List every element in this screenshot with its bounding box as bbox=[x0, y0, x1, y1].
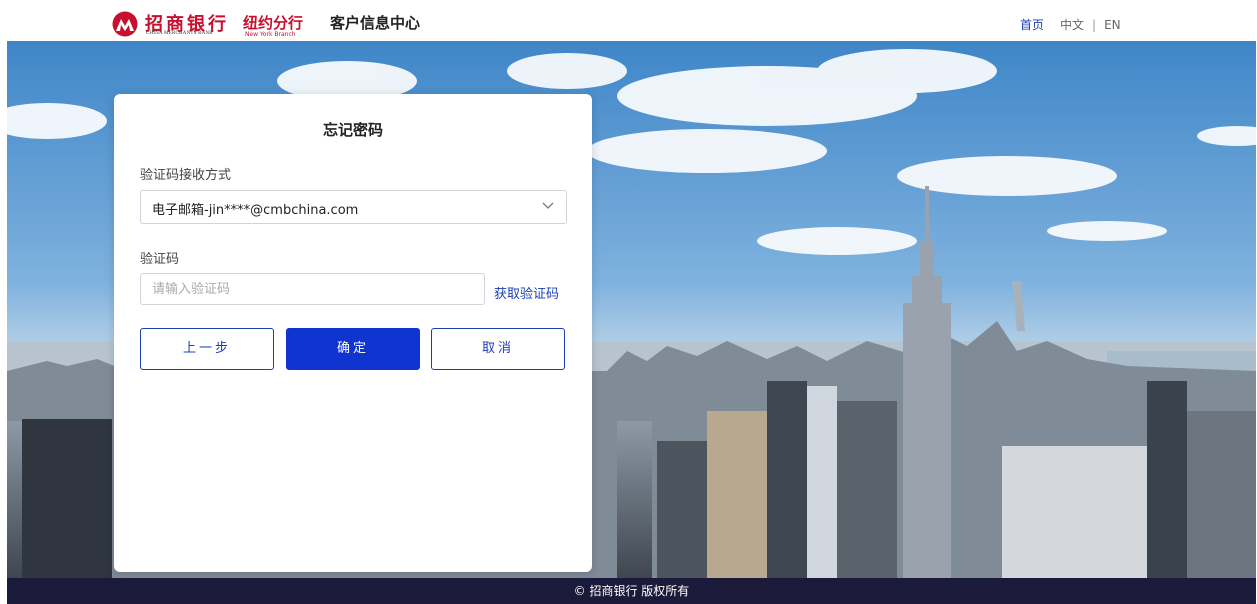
nav-home-link[interactable]: 首页 bbox=[1020, 16, 1044, 33]
forgot-password-card: 忘记密码 验证码接收方式 电子邮箱-jin****@cmbchina.com 验… bbox=[114, 94, 592, 572]
lang-en-link[interactable]: EN bbox=[1104, 18, 1121, 32]
code-label: 验证码 bbox=[140, 252, 180, 267]
top-header: 招商银行 CHINA MERCHANTS BANK 纽约分行 New York … bbox=[7, 7, 1256, 41]
chevron-down-icon bbox=[542, 202, 554, 209]
previous-step-button[interactable]: 上一步 bbox=[140, 328, 274, 370]
confirm-button[interactable]: 确定 bbox=[286, 328, 420, 370]
branch-name-en: New York Branch bbox=[245, 31, 296, 38]
page-frame: 招商银行 CHINA MERCHANTS BANK 纽约分行 New York … bbox=[7, 7, 1256, 604]
cmb-logo-icon[interactable] bbox=[112, 11, 138, 37]
nav-separator: | bbox=[1092, 17, 1097, 32]
site-title: 客户信息中心 bbox=[330, 14, 421, 32]
verification-method-select[interactable]: 电子邮箱-jin****@cmbchina.com bbox=[140, 190, 567, 224]
method-label: 验证码接收方式 bbox=[140, 168, 232, 183]
branch-name-cn: 纽约分行 bbox=[243, 14, 304, 32]
verification-code-input[interactable] bbox=[140, 273, 485, 305]
footer-copyright: © 招商银行 版权所有 bbox=[7, 578, 1256, 604]
cancel-button[interactable]: 取消 bbox=[431, 328, 565, 370]
logo-text-en: CHINA MERCHANTS BANK bbox=[146, 31, 214, 36]
get-code-link[interactable]: 获取验证码 bbox=[494, 283, 559, 302]
top-nav: 首页 中文 | EN bbox=[1020, 16, 1121, 33]
lang-cn-link[interactable]: 中文 bbox=[1060, 16, 1084, 33]
page-title: 忘记密码 bbox=[322, 121, 383, 139]
method-value: 电子邮箱-jin****@cmbchina.com bbox=[152, 203, 359, 218]
